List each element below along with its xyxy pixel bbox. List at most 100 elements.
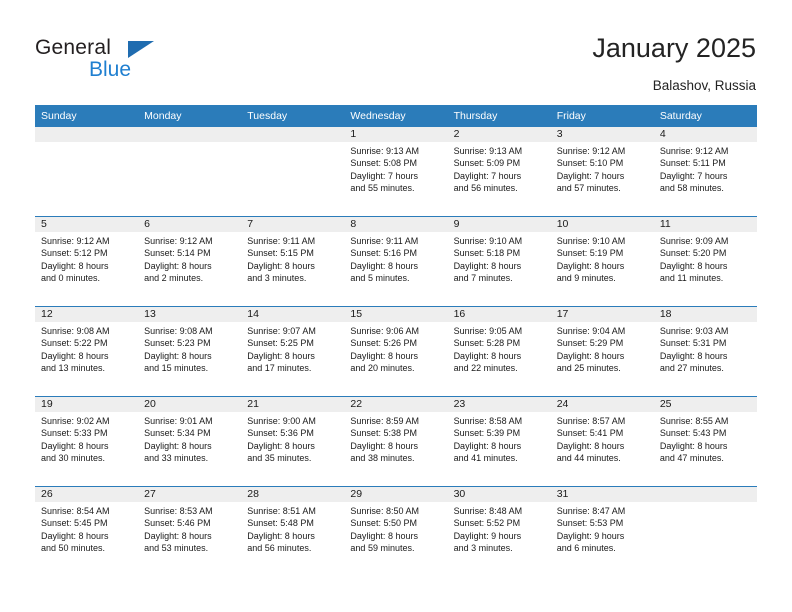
day-number: 14 — [241, 307, 345, 322]
day-number: 23 — [447, 397, 551, 412]
calendar-day-cell[interactable]: 18 Sunrise: 9:03 AM Sunset: 5:31 PM Dayl… — [653, 307, 757, 396]
calendar-day-cell[interactable]: 14 Sunrise: 9:07 AM Sunset: 5:25 PM Dayl… — [241, 307, 345, 396]
calendar-day-cell[interactable] — [35, 127, 139, 216]
daylight-text-line1: Daylight: 8 hours — [659, 260, 728, 271]
daylight-text-line2: and 7 minutes. — [453, 273, 513, 284]
sunrise-text: Sunrise: 9:08 AM — [41, 326, 110, 336]
daylight-text-line1: Daylight: 8 hours — [144, 530, 212, 541]
daylight-text-line2: and 57 minutes. — [556, 183, 621, 194]
sunset-text: Sunset: 5:12 PM — [41, 248, 108, 259]
daylight-text-line2: and 3 minutes. — [247, 273, 307, 284]
day-number: 7 — [241, 217, 345, 232]
calendar-day-cell[interactable]: 21 Sunrise: 9:00 AM Sunset: 5:36 PM Dayl… — [241, 397, 345, 486]
daylight-text-line1: Daylight: 7 hours — [453, 170, 522, 181]
calendar-day-cell[interactable]: 19 Sunrise: 9:02 AM Sunset: 5:33 PM Dayl… — [35, 397, 139, 486]
daylight-text-line1: Daylight: 7 hours — [350, 170, 418, 181]
daylight-text-line1: Daylight: 8 hours — [41, 350, 109, 361]
calendar-day-cell[interactable]: 5 Sunrise: 9:12 AM Sunset: 5:12 PM Dayli… — [35, 217, 139, 306]
sunset-text: Sunset: 5:15 PM — [247, 248, 314, 259]
calendar-day-cell[interactable]: 4 Sunrise: 9:12 AM Sunset: 5:11 PM Dayli… — [653, 127, 757, 216]
day-number: 30 — [447, 487, 551, 502]
day-number: 1 — [344, 127, 448, 142]
daylight-text-line2: and 53 minutes. — [144, 543, 209, 554]
daylight-text-line2: and 6 minutes. — [556, 543, 616, 554]
calendar-day-cell[interactable]: 3 Sunrise: 9:12 AM Sunset: 5:10 PM Dayli… — [550, 127, 654, 216]
calendar-day-cell[interactable]: 2 Sunrise: 9:13 AM Sunset: 5:09 PM Dayli… — [447, 127, 551, 216]
day-details: Sunrise: 9:13 AM Sunset: 5:08 PM Dayligh… — [344, 142, 447, 195]
daylight-text-line2: and 56 minutes. — [247, 543, 312, 554]
calendar-day-cell[interactable]: 16 Sunrise: 9:05 AM Sunset: 5:28 PM Dayl… — [447, 307, 551, 396]
calendar-day-cell[interactable]: 7 Sunrise: 9:11 AM Sunset: 5:15 PM Dayli… — [241, 217, 345, 306]
weekday-header-friday: Friday — [556, 110, 586, 122]
daylight-text-line1: Daylight: 8 hours — [556, 440, 625, 451]
calendar-day-cell[interactable]: 9 Sunrise: 9:10 AM Sunset: 5:18 PM Dayli… — [447, 217, 551, 306]
daylight-text-line2: and 20 minutes. — [350, 363, 415, 374]
calendar-day-cell[interactable]: 20 Sunrise: 9:01 AM Sunset: 5:34 PM Dayl… — [138, 397, 242, 486]
calendar-day-cell[interactable]: 24 Sunrise: 8:57 AM Sunset: 5:41 PM Dayl… — [550, 397, 654, 486]
day-details: Sunrise: 9:06 AM Sunset: 5:26 PM Dayligh… — [344, 322, 447, 375]
daylight-text-line1: Daylight: 8 hours — [350, 350, 418, 361]
daylight-text-line1: Daylight: 8 hours — [556, 350, 625, 361]
sunset-text: Sunset: 5:53 PM — [556, 518, 624, 529]
calendar-day-cell[interactable]: 17 Sunrise: 9:04 AM Sunset: 5:29 PM Dayl… — [550, 307, 654, 396]
sunset-text: Sunset: 5:22 PM — [41, 338, 108, 349]
calendar-day-cell[interactable]: 29 Sunrise: 8:50 AM Sunset: 5:50 PM Dayl… — [344, 487, 448, 576]
sunrise-text: Sunrise: 9:04 AM — [556, 326, 626, 336]
daylight-text-line1: Daylight: 8 hours — [247, 440, 315, 451]
day-details: Sunrise: 9:03 AM Sunset: 5:31 PM Dayligh… — [654, 322, 757, 375]
daylight-text-line2: and 41 minutes. — [453, 453, 518, 464]
sunrise-text: Sunrise: 9:13 AM — [350, 146, 419, 156]
calendar-day-cell[interactable]: 12 Sunrise: 9:08 AM Sunset: 5:22 PM Dayl… — [35, 307, 139, 396]
calendar-day-cell[interactable]: 28 Sunrise: 8:51 AM Sunset: 5:48 PM Dayl… — [241, 487, 345, 576]
day-details: Sunrise: 8:57 AM Sunset: 5:41 PM Dayligh… — [551, 412, 654, 465]
day-details: Sunrise: 8:47 AM Sunset: 5:53 PM Dayligh… — [551, 502, 654, 555]
daylight-text-line1: Daylight: 9 hours — [556, 530, 625, 541]
daylight-text-line1: Daylight: 8 hours — [659, 350, 728, 361]
daylight-text-line1: Daylight: 8 hours — [350, 440, 418, 451]
day-details: Sunrise: 9:02 AM Sunset: 5:33 PM Dayligh… — [35, 412, 138, 465]
day-number — [653, 487, 757, 502]
calendar-day-cell[interactable]: 27 Sunrise: 8:53 AM Sunset: 5:46 PM Dayl… — [138, 487, 242, 576]
calendar-day-cell[interactable]: 25 Sunrise: 8:55 AM Sunset: 5:43 PM Dayl… — [653, 397, 757, 486]
calendar-day-cell[interactable]: 6 Sunrise: 9:12 AM Sunset: 5:14 PM Dayli… — [138, 217, 242, 306]
day-number — [138, 127, 242, 142]
day-number: 4 — [653, 127, 757, 142]
day-number: 3 — [550, 127, 654, 142]
day-number — [241, 127, 345, 142]
logo-text-general: General — [35, 36, 112, 59]
sunrise-text: Sunrise: 9:06 AM — [350, 326, 419, 336]
sunrise-text: Sunrise: 8:51 AM — [247, 506, 316, 516]
calendar-day-cell[interactable]: 1 Sunrise: 9:13 AM Sunset: 5:08 PM Dayli… — [344, 127, 448, 216]
calendar-day-cell[interactable] — [138, 127, 242, 216]
calendar-day-cell[interactable]: 8 Sunrise: 9:11 AM Sunset: 5:16 PM Dayli… — [344, 217, 448, 306]
logo-text-blue: Blue — [89, 58, 132, 81]
sunset-text: Sunset: 5:31 PM — [659, 338, 727, 349]
calendar-day-cell[interactable]: 15 Sunrise: 9:06 AM Sunset: 5:26 PM Dayl… — [344, 307, 448, 396]
day-details: Sunrise: 8:59 AM Sunset: 5:38 PM Dayligh… — [344, 412, 447, 465]
calendar-day-cell[interactable]: 13 Sunrise: 9:08 AM Sunset: 5:23 PM Dayl… — [138, 307, 242, 396]
daylight-text-line2: and 59 minutes. — [350, 543, 415, 554]
daylight-text-line2: and 38 minutes. — [350, 453, 415, 464]
page-header: General Blue January 2025 Balashov, Russ… — [0, 0, 792, 104]
sunrise-text: Sunrise: 9:12 AM — [144, 236, 213, 246]
daylight-text-line2: and 5 minutes. — [350, 273, 410, 284]
calendar-day-cell[interactable] — [653, 487, 757, 576]
calendar-day-cell[interactable]: 26 Sunrise: 8:54 AM Sunset: 5:45 PM Dayl… — [35, 487, 139, 576]
calendar-day-cell[interactable]: 31 Sunrise: 8:47 AM Sunset: 5:53 PM Dayl… — [550, 487, 654, 576]
daylight-text-line1: Daylight: 7 hours — [659, 170, 728, 181]
calendar-day-cell[interactable]: 11 Sunrise: 9:09 AM Sunset: 5:20 PM Dayl… — [653, 217, 757, 306]
sunrise-text: Sunrise: 8:48 AM — [453, 506, 523, 516]
daylight-text-line1: Daylight: 7 hours — [556, 170, 625, 181]
calendar-day-cell[interactable] — [241, 127, 345, 216]
calendar-day-cell[interactable]: 10 Sunrise: 9:10 AM Sunset: 5:19 PM Dayl… — [550, 217, 654, 306]
sunset-text: Sunset: 5:33 PM — [41, 428, 108, 439]
calendar-day-cell[interactable]: 23 Sunrise: 8:58 AM Sunset: 5:39 PM Dayl… — [447, 397, 551, 486]
sunrise-text: Sunrise: 9:13 AM — [453, 146, 523, 156]
day-details: Sunrise: 9:10 AM Sunset: 5:19 PM Dayligh… — [551, 232, 654, 285]
day-number: 28 — [241, 487, 345, 502]
daylight-text-line2: and 0 minutes. — [41, 273, 101, 284]
calendar-day-cell[interactable]: 30 Sunrise: 8:48 AM Sunset: 5:52 PM Dayl… — [447, 487, 551, 576]
calendar-day-cell[interactable]: 22 Sunrise: 8:59 AM Sunset: 5:38 PM Dayl… — [344, 397, 448, 486]
sunset-text: Sunset: 5:20 PM — [659, 248, 727, 259]
day-number: 12 — [35, 307, 139, 322]
